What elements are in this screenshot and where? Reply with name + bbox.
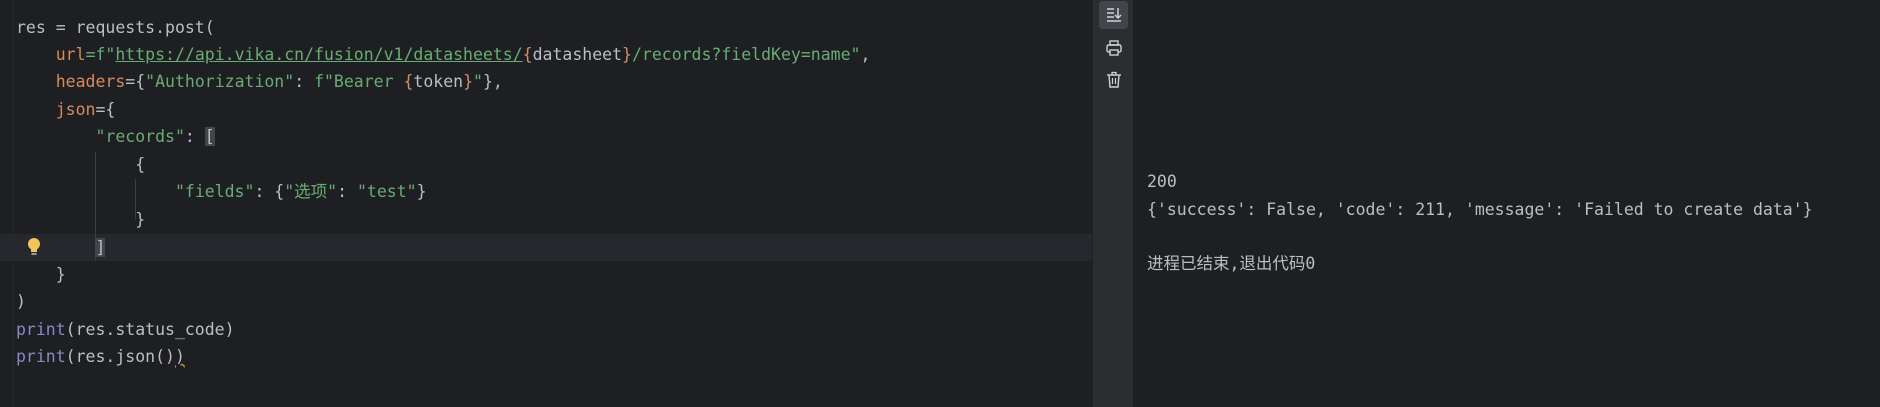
status-code-output: 200 xyxy=(1147,172,1177,191)
code-line-3: headers={"Authorization": f"Bearer {toke… xyxy=(55,72,503,91)
code-line-2: url=f"https://api.vika.cn/fusion/v1/data… xyxy=(55,45,871,64)
url-param: url xyxy=(55,45,86,64)
code-line-10: } xyxy=(55,265,66,284)
process-exit-message: 进程已结束,退出代码0 xyxy=(1147,254,1316,273)
code-line-12: print(res.status_code) xyxy=(16,320,235,339)
code-editor[interactable]: res = requests.post( url=f"https://api.v… xyxy=(0,0,1092,407)
matched-bracket: [ xyxy=(204,127,215,146)
print-icon[interactable] xyxy=(1099,34,1128,62)
run-console-output[interactable]: 200 {'success': False, 'code': 211, 'mes… xyxy=(1133,0,1880,407)
code-line-13: print(res.json()) xyxy=(16,347,185,366)
trash-icon[interactable] xyxy=(1099,66,1128,94)
gutter-divider xyxy=(13,0,14,407)
code-line-11: ) xyxy=(16,292,26,311)
api-url-link[interactable]: https://api.vika.cn/fusion/v1/datasheets… xyxy=(115,45,522,64)
code-line-7: "fields": {"选项": "test"} xyxy=(174,182,427,201)
json-response-output: {'success': False, 'code': 211, 'message… xyxy=(1147,200,1813,219)
current-line-highlight xyxy=(0,234,1092,261)
matched-bracket: ] xyxy=(95,238,106,257)
code-line-9: ] xyxy=(16,234,106,261)
code-line-5: "records": [ xyxy=(95,127,215,146)
scroll-to-end-icon[interactable] xyxy=(1099,1,1128,29)
console-toolbar xyxy=(1092,0,1134,407)
code-line-8: } xyxy=(135,210,146,229)
code-line-1: res = requests.post( xyxy=(16,18,215,37)
warning-squiggle: ) xyxy=(174,347,185,366)
code-line-6: { xyxy=(135,155,146,174)
code-line-4: json={ xyxy=(55,100,116,119)
